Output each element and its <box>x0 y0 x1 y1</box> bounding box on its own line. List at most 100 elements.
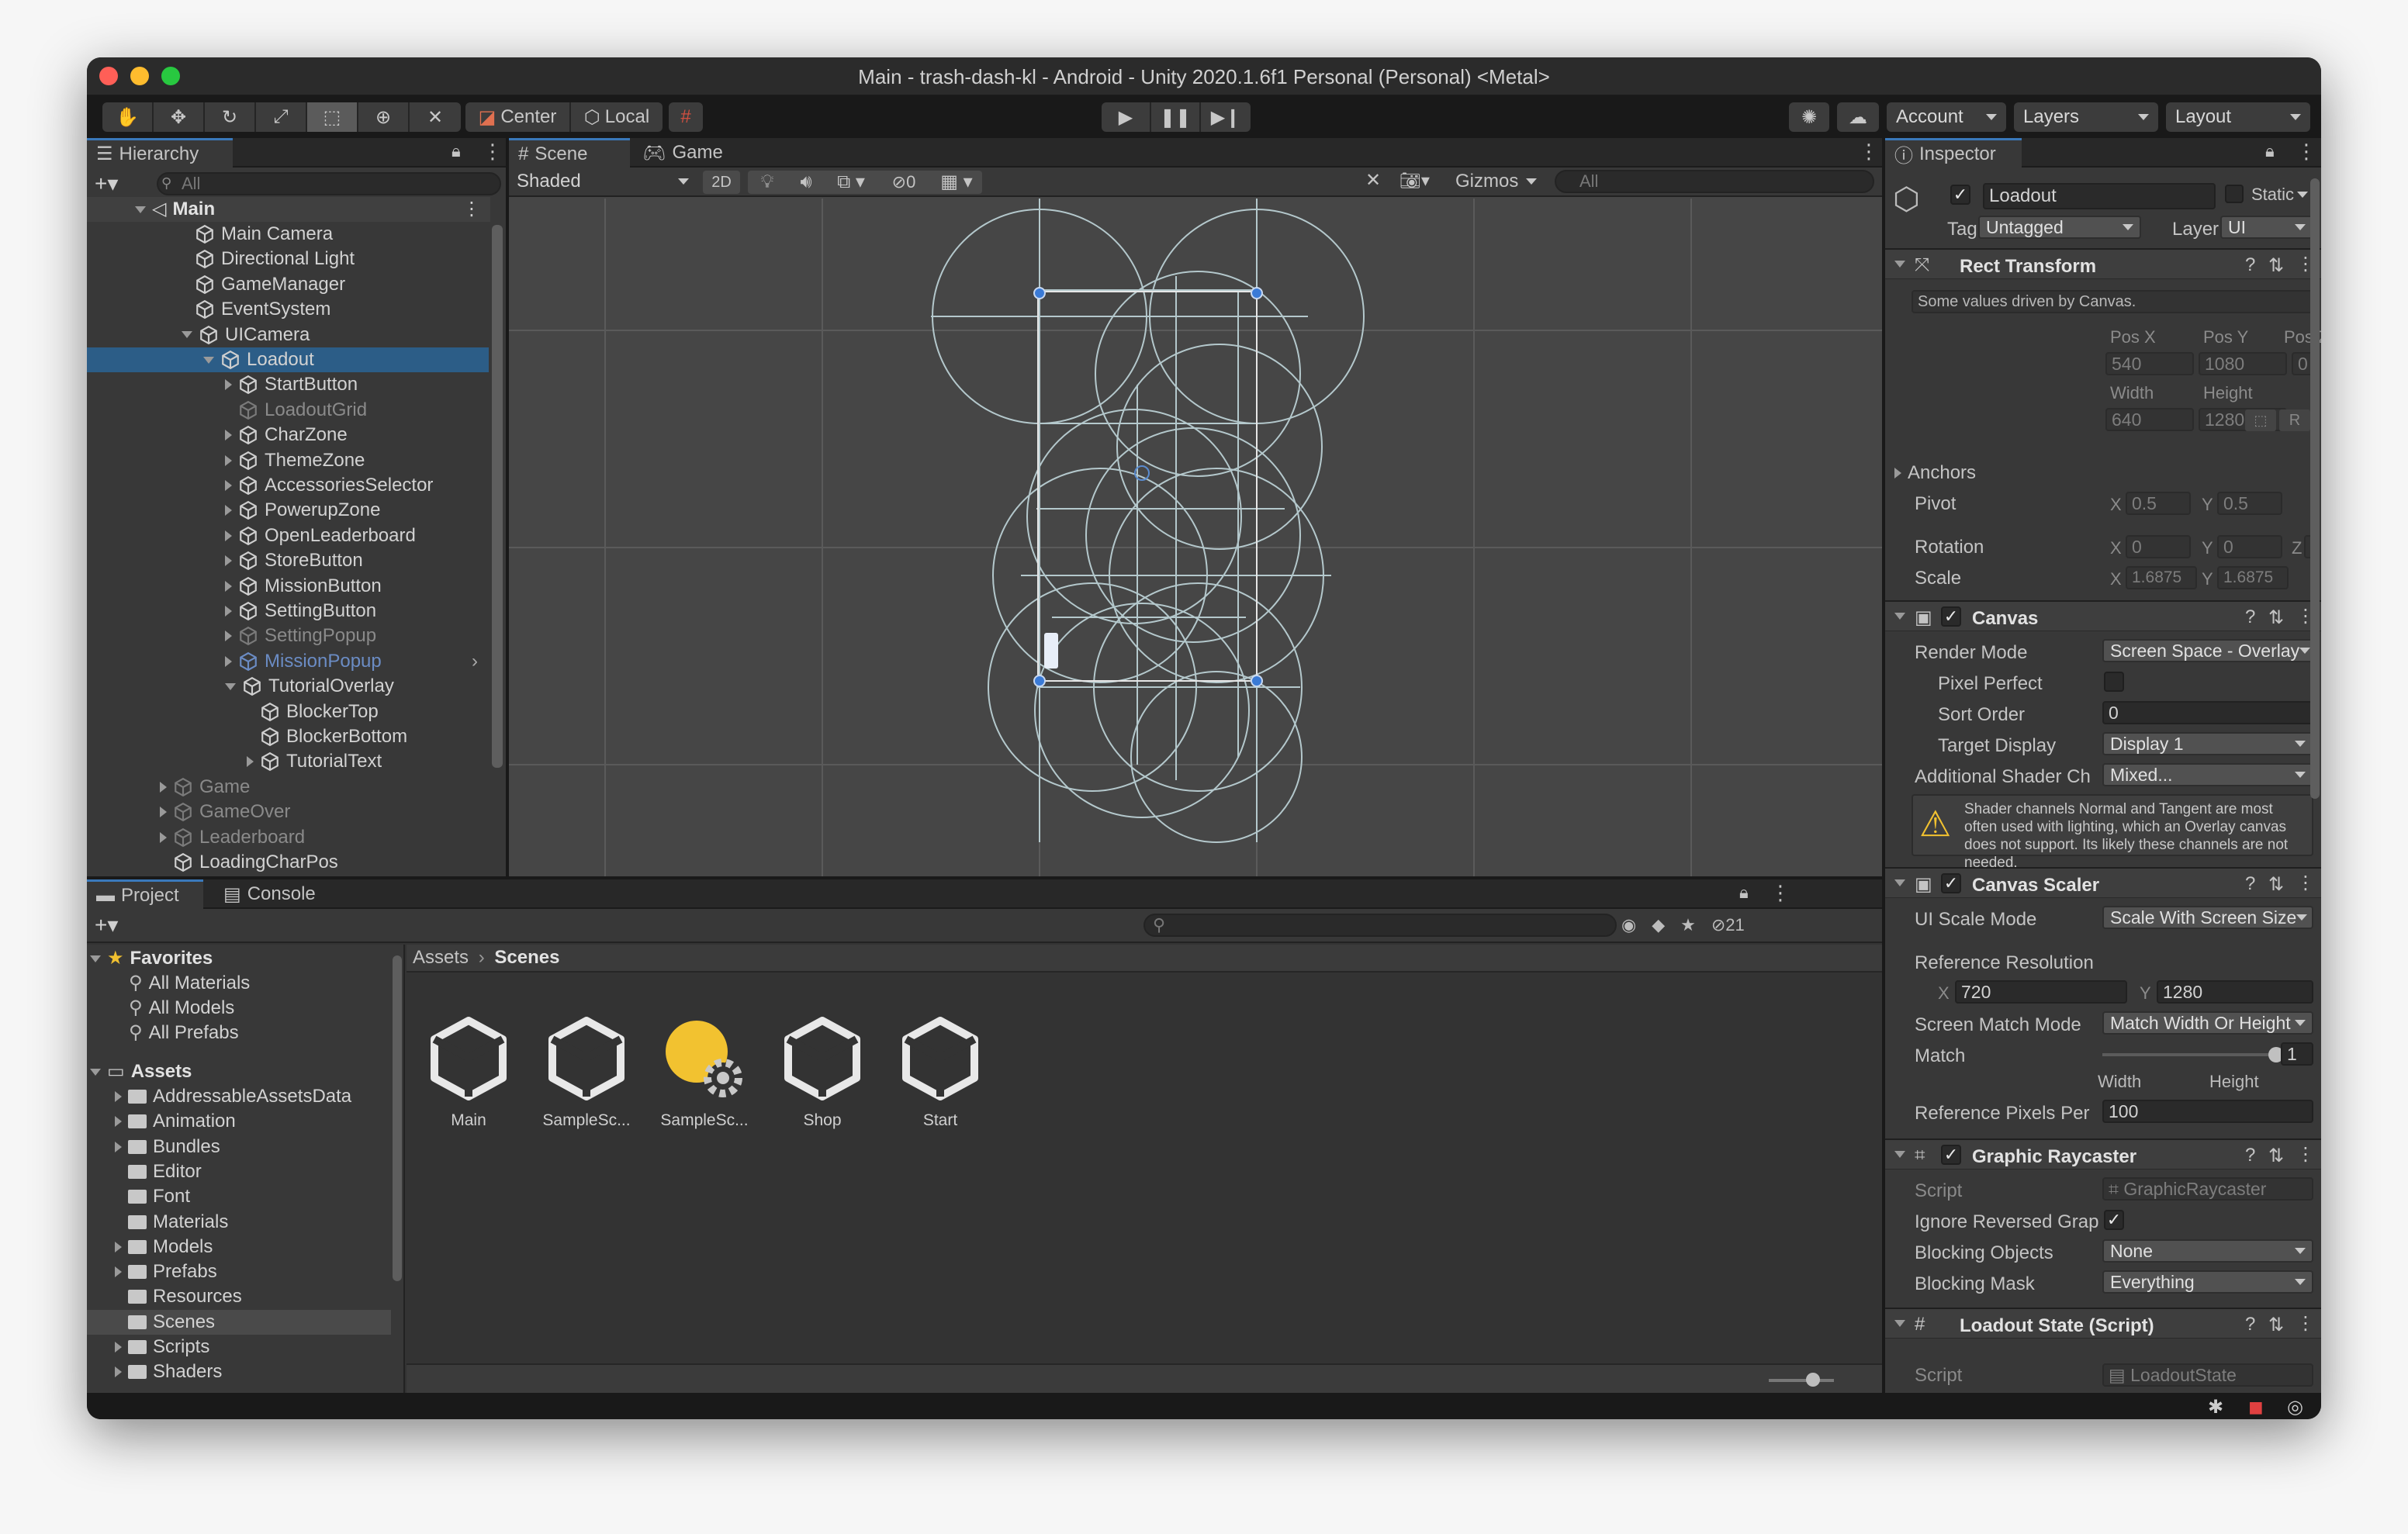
folder-item[interactable]: Scripts <box>87 1335 391 1360</box>
hierarchy-item[interactable]: UICamera <box>87 323 489 347</box>
layout-dropdown[interactable]: Layout <box>2166 102 2310 132</box>
reference-x-input[interactable]: 720 <box>1955 980 2127 1004</box>
grid-icon[interactable]: ▦ ▾ <box>931 171 982 194</box>
folder-tree-scrollbar[interactable] <box>393 955 402 1281</box>
help-icon[interactable]: ? <box>2245 254 2255 276</box>
scale-tool-icon[interactable]: ⤢ <box>256 102 307 132</box>
hierarchy-item[interactable]: CharZone <box>87 423 489 447</box>
hierarchy-item[interactable]: SettingButton <box>87 599 489 624</box>
reference-pixels-input[interactable]: 100 <box>2102 1100 2313 1123</box>
screen-match-mode-dropdown[interactable]: Match Width Or Height <box>2102 1011 2313 1035</box>
folder-item[interactable]: Prefabs <box>87 1259 391 1284</box>
create-add-button[interactable]: +▾ <box>95 171 118 196</box>
step-button[interactable]: ▶❙ <box>1201 102 1251 132</box>
folder-item[interactable]: Materials <box>87 1210 391 1235</box>
hierarchy-item[interactable]: StartButton <box>87 372 489 397</box>
asset-tile[interactable]: Main <box>414 1013 523 1130</box>
layers-dropdown[interactable]: Layers <box>2014 102 2158 132</box>
cloud-icon[interactable]: ☁ <box>1837 102 1879 132</box>
effects-icon[interactable]: ⧉ ▾ <box>825 171 877 194</box>
zoom-slider-thumb[interactable] <box>1806 1373 1820 1387</box>
filter-by-type-icon[interactable]: ◉ <box>1621 915 1636 935</box>
hierarchy-item[interactable]: Directional Light <box>87 247 489 271</box>
shader-channels-dropdown[interactable]: Mixed... <box>2102 763 2313 786</box>
blueprint-mode-button[interactable]: ⬚ <box>2245 409 2276 431</box>
hierarchy-item[interactable]: TutorialOverlay <box>87 674 489 699</box>
ui-scale-mode-dropdown[interactable]: Scale With Screen Size <box>2102 906 2313 929</box>
tab-console[interactable]: ▤ Console <box>214 879 338 909</box>
target-display-dropdown[interactable]: Display 1 <box>2102 732 2313 755</box>
layer-dropdown[interactable]: UI <box>2220 216 2313 239</box>
static-dropdown[interactable]: Static <box>2250 185 2309 205</box>
camera-icon[interactable]: 📷︎▾ <box>1399 171 1430 191</box>
folder-item[interactable]: Editor <box>87 1159 391 1184</box>
shading-mode-dropdown[interactable]: Shaded <box>512 169 694 194</box>
lighting-icon[interactable]: 💡︎ <box>748 171 787 194</box>
rotate-tool-icon[interactable]: ↻ <box>205 102 256 132</box>
script-reference-field[interactable]: ⌗ GraphicRaycaster <box>2102 1177 2313 1201</box>
kebab-menu-icon[interactable]: ⋮ <box>2296 140 2316 164</box>
tab-scene[interactable]: # Scene <box>509 138 630 168</box>
hierarchy-item[interactable]: Main Camera <box>87 222 489 247</box>
preset-icon[interactable]: ⇅ <box>2268 873 2284 896</box>
cache-server-icon[interactable]: ◼ <box>2248 1396 2264 1418</box>
favorite-star-icon[interactable]: ★ <box>1680 915 1696 935</box>
lock-icon[interactable]: 🔒︎ <box>2265 141 2275 161</box>
favorite-item[interactable]: ⚲ All Models <box>129 996 234 1021</box>
hierarchy-item[interactable]: MissionPopup › <box>87 649 489 674</box>
hierarchy-search-input[interactable]: All <box>157 172 501 195</box>
favorite-item[interactable]: ⚲ All Materials <box>129 971 250 996</box>
folder-item[interactable]: Scenes <box>87 1309 391 1335</box>
raw-edit-button[interactable]: R <box>2279 409 2310 431</box>
hierarchy-item[interactable]: ThemeZone <box>87 448 489 473</box>
match-slider-track[interactable] <box>2102 1053 2276 1056</box>
preset-icon[interactable]: ⇅ <box>2268 606 2284 629</box>
hierarchy-item[interactable]: MissionButton <box>87 574 489 599</box>
match-value-input[interactable]: 1 <box>2281 1042 2313 1066</box>
graphic-raycaster-enabled-checkbox[interactable]: ✓ <box>1941 1145 1961 1165</box>
favorites-row[interactable]: ★ Favorites <box>90 946 213 971</box>
asset-tile[interactable]: SampleSc... <box>650 1013 759 1130</box>
rect-transform-header[interactable]: ⤧ Rect Transform ? ⇅ ⋮ <box>1885 248 2321 279</box>
static-checkbox[interactable] <box>2225 185 2244 203</box>
help-icon[interactable]: ? <box>2245 606 2255 628</box>
hierarchy-item[interactable]: EventSystem <box>87 297 489 322</box>
asset-tile[interactable]: Shop <box>768 1013 877 1130</box>
canvas-scaler-header[interactable]: ▣ ✓ Canvas Scaler ? ⇅ ⋮ <box>1885 867 2321 898</box>
kebab-menu-icon[interactable]: ⋮ <box>483 140 503 164</box>
help-icon[interactable]: ? <box>2245 873 2255 895</box>
preset-icon[interactable]: ⇅ <box>2268 254 2284 277</box>
blocking-mask-dropdown[interactable]: Everything <box>2102 1270 2313 1294</box>
audio-icon[interactable]: 🔊︎ <box>787 171 825 194</box>
script-reference-field[interactable]: ▤ LoadoutState <box>2102 1363 2313 1387</box>
lock-icon[interactable]: 🔒︎ <box>452 141 461 161</box>
help-icon[interactable]: ? <box>2245 1314 2255 1335</box>
create-add-button[interactable]: +▾ <box>95 912 118 938</box>
tab-game[interactable]: 🎮︎ Game <box>633 138 742 168</box>
lock-icon[interactable]: 🔒︎ <box>1739 883 1749 903</box>
graphic-raycaster-header[interactable]: ⌗ ✓ Graphic Raycaster ? ⇅ ⋮ <box>1885 1138 2321 1170</box>
ignore-reversed-checkbox[interactable]: ✓ <box>2104 1210 2124 1230</box>
hierarchy-item[interactable]: BlockerTop <box>87 700 489 724</box>
chevron-right-icon[interactable]: › <box>472 649 478 674</box>
canvas-enabled-checkbox[interactable]: ✓ <box>1941 606 1961 627</box>
tools-icon[interactable]: ✕ <box>1365 169 1381 192</box>
hierarchy-item[interactable]: LoadingCharPos <box>87 850 489 875</box>
pivot-space-toggle[interactable]: ⬡ Local <box>571 102 663 132</box>
loadout-state-header[interactable]: # Loadout State (Script) ? ⇅ ⋮ <box>1885 1308 2321 1339</box>
breadcrumb-current[interactable]: Scenes <box>494 947 559 968</box>
anchors-foldout[interactable]: Anchors <box>1894 462 1976 484</box>
tab-inspector[interactable]: ⓘ Inspector <box>1885 138 2022 168</box>
asset-tile[interactable]: SampleSc... <box>532 1013 641 1130</box>
reference-y-input[interactable]: 1280 <box>2157 980 2313 1004</box>
hidden-objects-toggle[interactable]: ⊘0 <box>877 171 931 194</box>
asset-tile[interactable]: Start <box>886 1013 995 1130</box>
breadcrumb-root[interactable]: Assets <box>413 947 469 968</box>
hand-tool-icon[interactable]: ✋ <box>102 102 154 132</box>
hierarchy-item[interactable]: TutorialText <box>87 749 489 774</box>
pivot-center-toggle[interactable]: ◪ Center <box>465 102 571 132</box>
preset-icon[interactable]: ⇅ <box>2268 1145 2284 1167</box>
gameobject-icon[interactable]: ⬡ <box>1893 181 1920 217</box>
hierarchy-item[interactable]: BlockerBottom <box>87 724 489 749</box>
hierarchy-item[interactable]: AccessoriesSelector <box>87 473 489 498</box>
